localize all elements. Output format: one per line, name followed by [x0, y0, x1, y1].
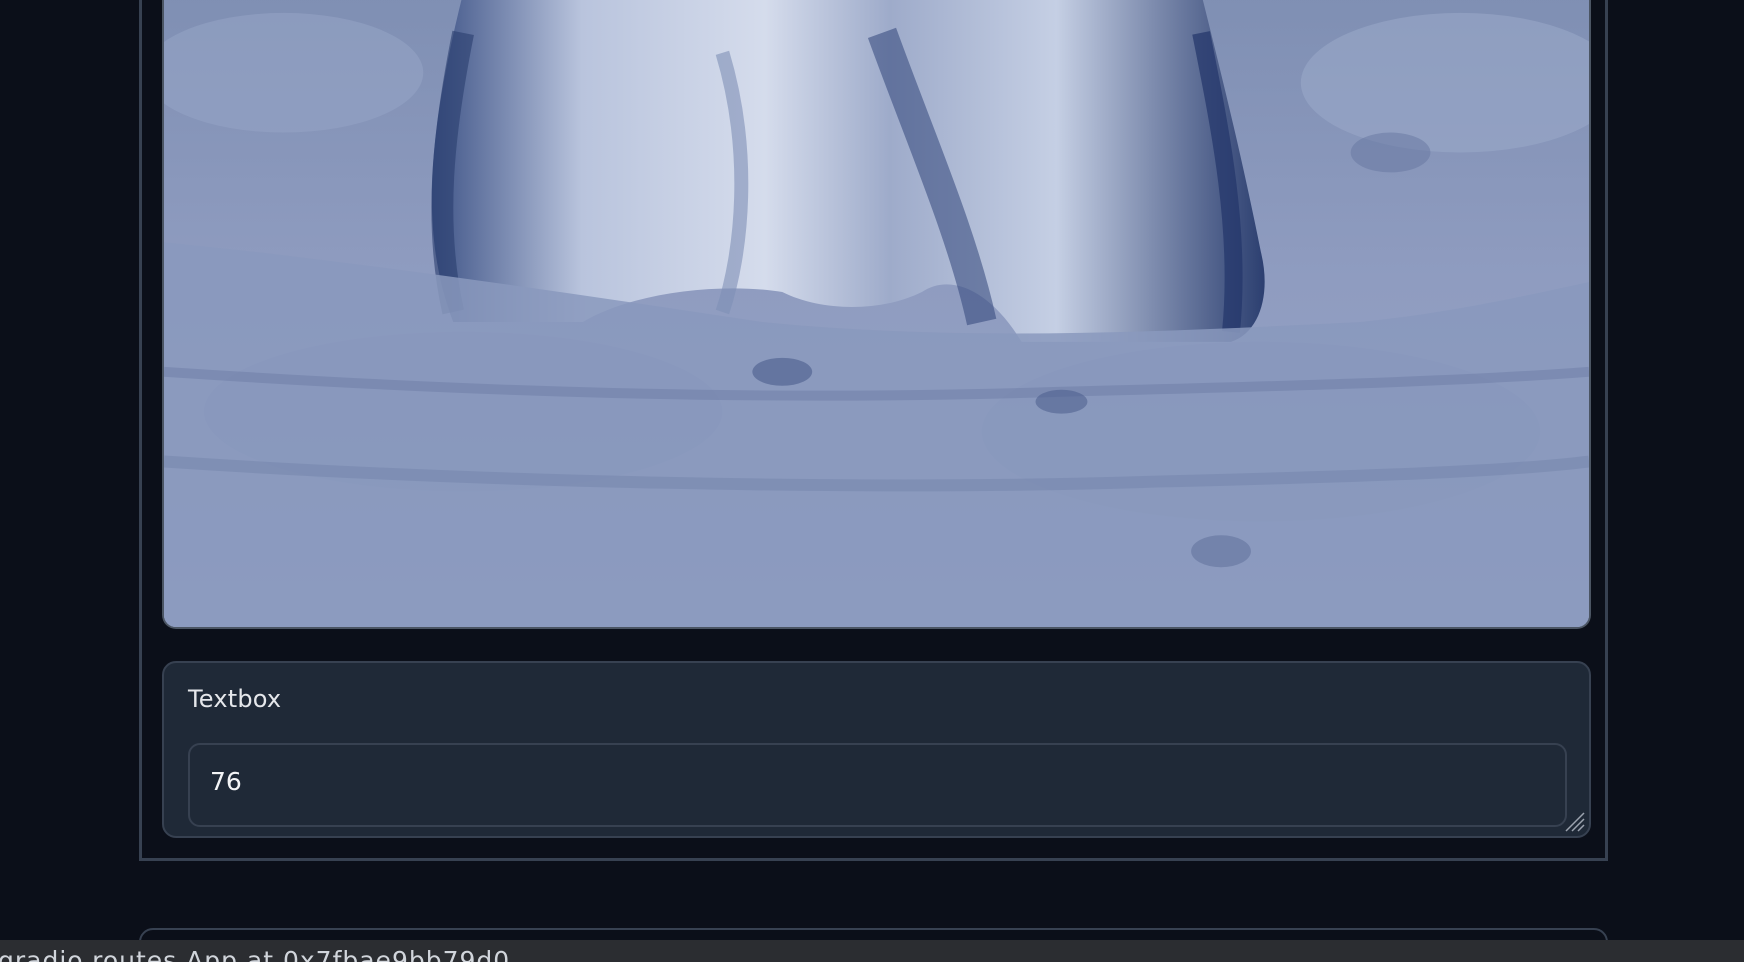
textbox-label: Textbox [188, 685, 282, 713]
textbox-component: Textbox [162, 661, 1591, 838]
textbox-input[interactable] [188, 743, 1567, 827]
image-output [162, 0, 1591, 629]
status-text: gradio.routes.App at 0x7fbae9bb79d0 [0, 946, 511, 962]
animal-photo-image [164, 0, 1589, 627]
interface-block: Textbox [139, 0, 1608, 861]
status-bar: gradio.routes.App at 0x7fbae9bb79d0 [0, 940, 1744, 962]
resize-handle-icon[interactable] [1562, 809, 1586, 833]
page: Textbox gradio.routes.App at 0x7fbae9bb7… [0, 0, 1744, 962]
